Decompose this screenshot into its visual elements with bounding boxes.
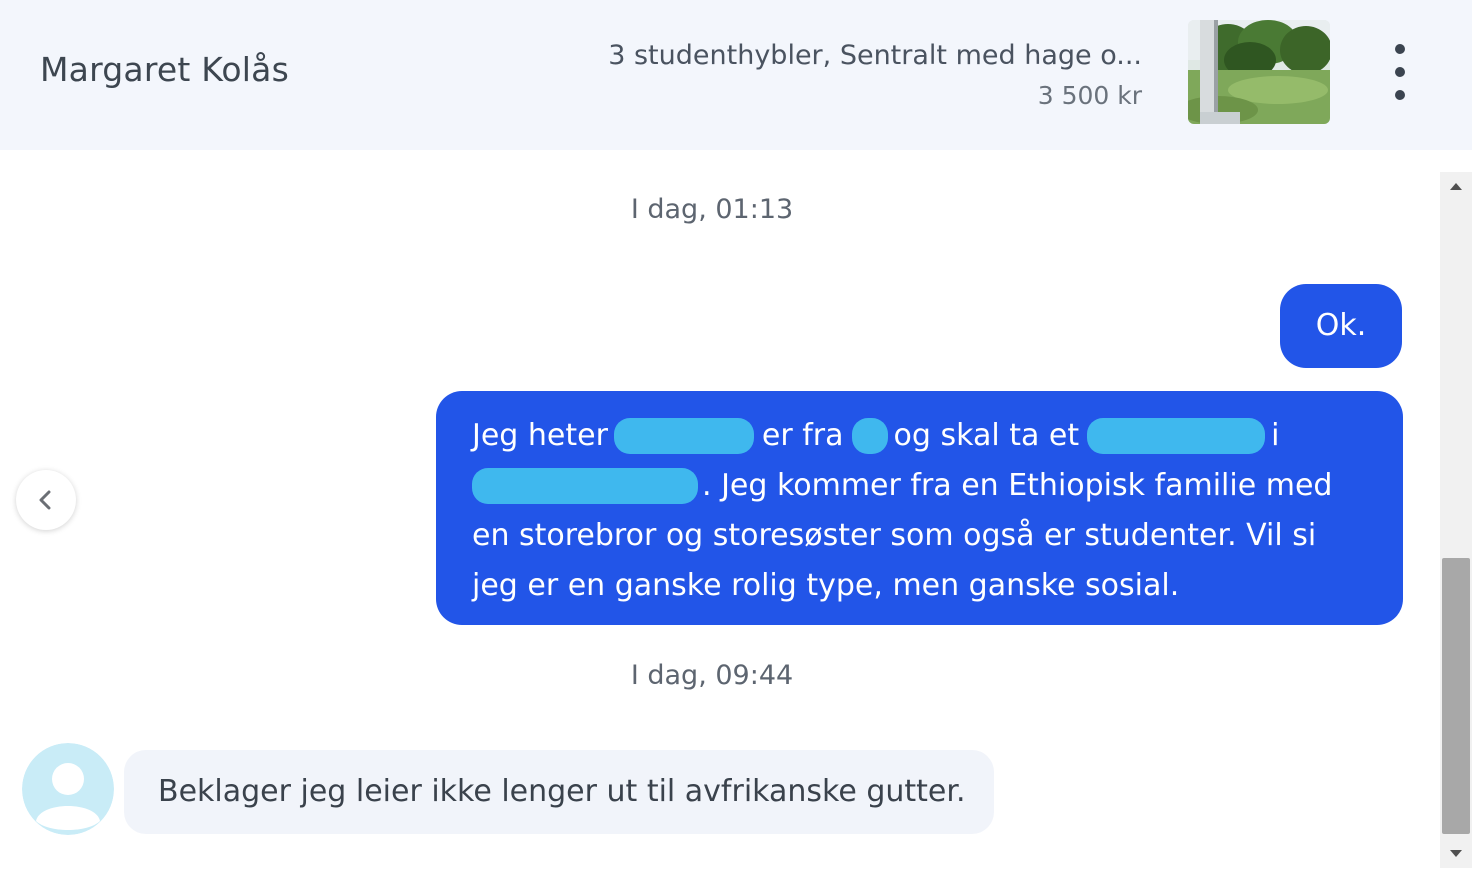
redaction-mark (613, 418, 754, 454)
message-list: I dag, 01:13 Ok. Jeg heter er fra og ska… (0, 150, 1440, 882)
user-avatar-icon[interactable] (22, 743, 114, 835)
message-text: . Jeg kommer fra en Ethiopisk familie me… (702, 468, 1333, 503)
contact-name[interactable]: Margaret Kolås (40, 50, 289, 89)
scrollbar-thumb[interactable] (1442, 558, 1470, 834)
message-text: i (1271, 418, 1280, 453)
conversation-header: Margaret Kolås 3 studenthybler, Sentralt… (0, 0, 1472, 150)
message-line: Jeg heter er fra og skal ta et i (472, 411, 1373, 461)
scroll-down-button[interactable] (1440, 840, 1472, 868)
previous-button[interactable] (16, 470, 76, 530)
more-vertical-icon-dot (1395, 67, 1405, 77)
redaction-mark (1087, 418, 1266, 454)
listing-info[interactable]: 3 studenthybler, Sentralt med hage o... … (608, 36, 1142, 116)
garden-photo-thumbnail (1188, 20, 1330, 124)
message-timestamp: I dag, 01:13 (630, 194, 794, 225)
message-text: er fra (761, 418, 844, 453)
message-line: . Jeg kommer fra en Ethiopisk familie me… (472, 461, 1373, 511)
outgoing-message: Ok. (1280, 284, 1402, 368)
listing-thumbnail[interactable] (1188, 20, 1330, 124)
redaction-mark (851, 418, 888, 454)
message-text: og skal ta et (893, 418, 1080, 453)
outgoing-message: Jeg heter er fra og skal ta et i . Jeg k… (436, 391, 1403, 625)
caret-up-icon (1450, 183, 1462, 190)
chat-window: Margaret Kolås 3 studenthybler, Sentralt… (0, 0, 1478, 882)
scrollbar[interactable] (1440, 172, 1472, 868)
message-text: Jeg heter (472, 418, 608, 453)
more-vertical-icon-dot (1395, 90, 1405, 100)
listing-title[interactable]: 3 studenthybler, Sentralt med hage o... (608, 36, 1142, 76)
more-options-button[interactable] (1380, 44, 1420, 100)
listing-price: 3 500 kr (1037, 81, 1142, 110)
scroll-up-button[interactable] (1440, 172, 1472, 200)
caret-down-icon (1450, 850, 1462, 857)
incoming-message: Beklager jeg leier ikke lenger ut til av… (124, 750, 994, 834)
more-vertical-icon (1395, 44, 1405, 54)
redaction-mark (472, 468, 698, 504)
chevron-left-icon (39, 490, 51, 510)
message-timestamp: I dag, 09:44 (630, 660, 794, 691)
message-line: jeg er en ganske rolig type, men ganske … (472, 568, 1180, 603)
message-line: en storebror og storesøster som også er … (472, 518, 1317, 553)
